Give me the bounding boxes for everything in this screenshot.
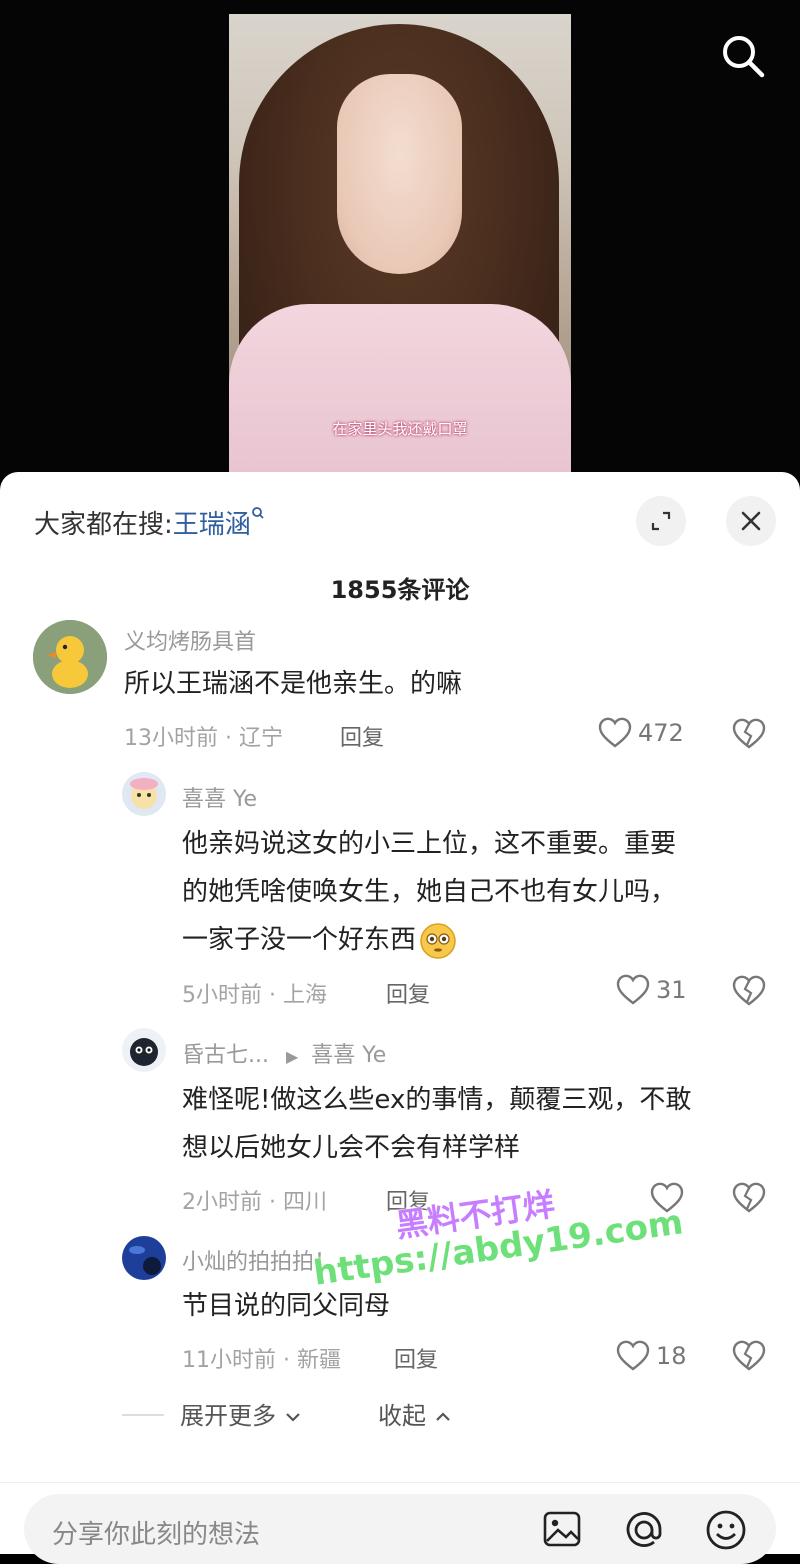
comment-username[interactable]: 义均烤肠具首 [124,624,256,656]
like-button[interactable]: 472 [598,717,684,749]
broken-heart-icon [732,1340,766,1371]
expand-fullscreen-button[interactable] [636,496,686,546]
comment-text: 难怪呢!做这么些ex的事情，颠覆三观，不敢 想以后她女儿会不会有样学样 [182,1076,691,1172]
photo-avatar-image [122,1236,166,1280]
comment-text-segment: 一家子没一个好东西 [182,925,417,955]
dislike-button[interactable] [732,718,766,754]
avatar[interactable] [122,1236,166,1280]
dislike-button[interactable] [732,1182,766,1218]
expand-more-button[interactable]: 展开更多 [180,1396,302,1431]
emoji-button[interactable] [704,1509,748,1555]
thread-controls: 展开更多 收起 [0,1396,800,1432]
comment-count: 1855条评论 [330,576,470,604]
comments-panel [0,472,800,1553]
expand-icon [651,511,671,531]
avatar[interactable] [122,1028,166,1072]
chevron-up-icon [435,1412,450,1421]
heart-icon [616,974,650,1005]
emoji-flushed-icon [420,922,456,959]
close-button[interactable] [726,496,776,546]
reply-button[interactable]: 回复 [340,720,384,752]
duck-avatar-image [33,620,107,694]
like-button[interactable]: 31 [616,974,687,1006]
cartoon-avatar-image [122,772,166,816]
comment-text-line: 的她凭啥使唤女生，她自己不也有女儿吗， [182,877,677,907]
comment-text: 他亲妈说这女的小三上位，这不重要。重要 的她凭啥使唤女生，她自己不也有女儿吗， … [182,820,676,964]
comment-meta: 2小时前 · 四川 [182,1190,327,1215]
trending-prefix: 大家都在搜: [34,510,173,540]
mention-button[interactable] [622,1509,666,1555]
comment-text: 所以王瑞涵不是他亲生。的嘛 [124,669,463,699]
dislike-button[interactable] [732,1340,766,1376]
like-count: 472 [638,719,684,747]
smiley-icon [706,1510,746,1550]
at-sign-icon [626,1512,662,1547]
comment-meta: 11小时前 · 新疆 [182,1348,341,1373]
reply-arrow-icon: ▶ [285,1047,299,1066]
broken-heart-icon [732,975,766,1006]
comment-text-line: 想以后她女儿会不会有样学样 [182,1133,521,1163]
reply-target-username[interactable]: 喜喜 Ye [311,1043,386,1068]
comment-meta: 5小时前 · 上海 [182,983,327,1008]
cartoon-avatar-image [122,1028,166,1072]
broken-heart-icon [732,718,766,749]
video-person-sweater [229,304,571,474]
video-frame[interactable]: 在家里头我还戴口罩 [229,14,571,474]
trending-search[interactable]: 大家都在搜:王瑞涵 [34,504,265,541]
avatar[interactable] [33,620,107,694]
expand-more-label: 展开更多 [180,1402,276,1430]
collapse-button[interactable]: 收起 [378,1396,452,1431]
comment-text: 节目说的同父同母 [182,1291,391,1321]
comment-meta: 13小时前 · 辽宁 [124,726,283,751]
divider [122,1414,164,1416]
like-count: 18 [656,1342,687,1370]
heart-icon [598,717,632,748]
search-icon[interactable] [720,33,766,79]
heart-icon [616,1340,650,1371]
dislike-button[interactable] [732,975,766,1011]
small-search-icon [251,507,264,519]
like-button[interactable]: 18 [616,1340,687,1372]
reply-button[interactable]: 回复 [394,1342,438,1374]
image-button[interactable] [542,1510,582,1552]
comment-username[interactable]: 昏古七... [182,1043,269,1068]
video-subtitle: 在家里头我还戴口罩 [332,420,468,438]
image-icon [543,1511,581,1547]
broken-heart-icon [732,1182,766,1213]
collapse-label: 收起 [378,1402,426,1430]
comment-text-line: 他亲妈说这女的小三上位，这不重要。重要 [182,829,677,859]
trending-keyword[interactable]: 王瑞涵 [173,510,251,540]
video-person-face [337,74,462,274]
comment-username[interactable]: 喜喜 Ye [182,781,257,813]
avatar[interactable] [122,772,166,816]
comment-text-line: 一家子没一个好东西 [182,916,676,964]
chevron-down-icon [285,1413,300,1422]
video-player[interactable]: 在家里头我还戴口罩 [0,0,800,480]
reply-button[interactable]: 回复 [386,977,430,1009]
comment-text-line: 难怪呢!做这么些ex的事情，颠覆三观，不敢 [182,1085,692,1115]
like-count: 31 [656,976,687,1004]
reply-header: 昏古七... ▶ 喜喜 Ye [182,1037,386,1069]
close-icon [741,511,761,531]
comment-input-placeholder: 分享你此刻的想法 [52,1520,261,1550]
